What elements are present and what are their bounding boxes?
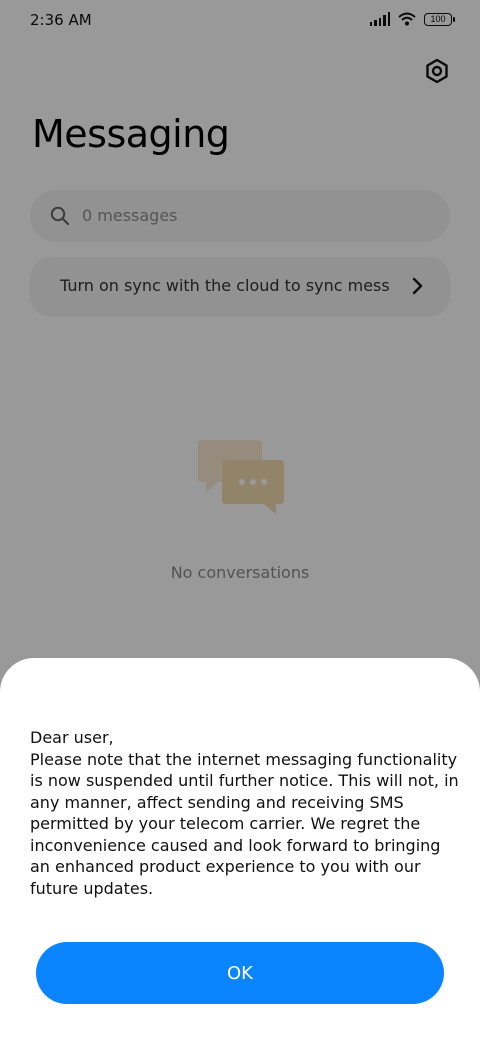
dialog-greeting: Dear user, xyxy=(30,728,114,747)
notice-dialog: Dear user, Please note that the internet… xyxy=(0,658,480,1040)
dialog-body: Please note that the internet messaging … xyxy=(30,749,459,898)
dialog-message: Dear user, Please note that the internet… xyxy=(30,727,462,899)
ok-button[interactable]: OK xyxy=(36,942,444,1004)
